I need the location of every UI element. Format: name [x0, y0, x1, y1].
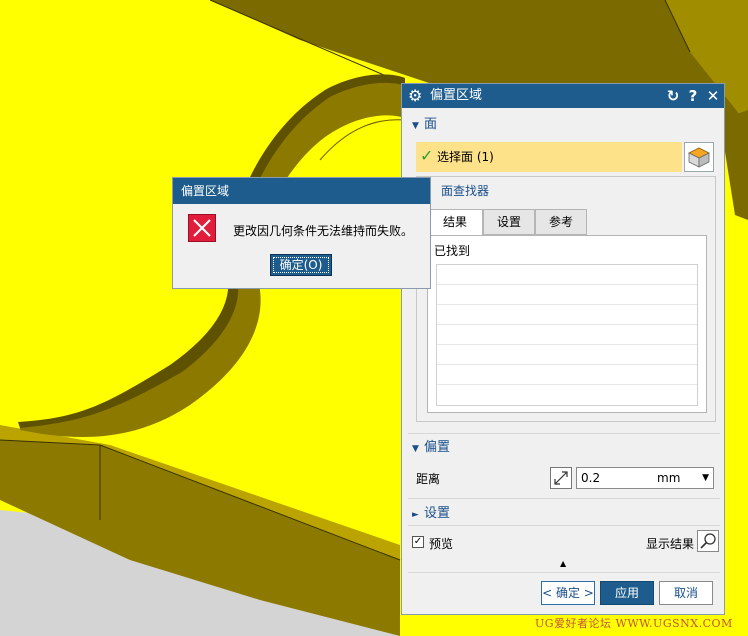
list-item[interactable]	[437, 385, 697, 405]
expand-triangle-icon: ►	[412, 510, 419, 520]
ok-button[interactable]: < 确定 >	[541, 581, 595, 605]
distance-label: 距离	[416, 472, 441, 486]
tab-reference[interactable]: 参考	[535, 209, 587, 235]
list-item[interactable]	[437, 285, 697, 305]
cube-face-icon	[688, 147, 710, 168]
results-frame: 已找到	[427, 235, 707, 413]
collapse-triangle-icon: ▼	[412, 121, 419, 131]
close-icon[interactable]: ✕	[704, 86, 722, 106]
collapse-up-icon[interactable]: ▲	[560, 559, 566, 568]
face-select-button[interactable]	[684, 142, 714, 172]
error-message: 更改因几何条件无法维持而失败。	[233, 224, 414, 238]
found-label: 已找到	[434, 244, 471, 258]
offset-dialog-title: 偏置区域	[430, 88, 483, 103]
watermark: UG爱好者论坛 WWW.UGSNX.COM	[535, 617, 733, 630]
settings-group-header[interactable]: ► 设置	[412, 505, 450, 523]
apply-button[interactable]: 应用	[600, 581, 654, 605]
preview-label: 预览	[429, 537, 454, 551]
settings-group-label: 设置	[424, 506, 451, 521]
dimension-arrow-icon	[554, 471, 568, 485]
distance-dimension-button[interactable]	[550, 467, 572, 489]
list-item[interactable]	[437, 345, 697, 365]
divider	[408, 525, 720, 526]
help-icon[interactable]: ?	[684, 86, 702, 106]
magnifier-icon	[700, 533, 716, 549]
found-list[interactable]	[436, 264, 698, 406]
cancel-button[interactable]: 取消	[659, 581, 713, 605]
tab-results[interactable]: 结果	[427, 209, 483, 237]
show-result-button[interactable]	[697, 530, 719, 552]
distance-unit: mm	[657, 471, 681, 485]
list-item[interactable]	[437, 265, 697, 285]
distance-value: 0.2	[581, 471, 601, 485]
error-x-icon	[193, 219, 211, 237]
error-dialog-title: 偏置区域	[181, 184, 230, 198]
error-message-dialog: 偏置区域 更改因几何条件无法维持而失败。 确定(O)	[172, 177, 431, 289]
offset-region-dialog: ⚙ 偏置区域 ↻ ? ✕ ▼ 面 ✓ 选择面 (1) 面查找器 结果 设置 参考 …	[401, 83, 725, 615]
face-group-label: 面	[424, 117, 438, 132]
offset-dialog-titlebar[interactable]: ⚙ 偏置区域 ↻ ? ✕	[402, 84, 724, 108]
face-finder-title[interactable]: 面查找器	[441, 182, 489, 199]
face-group-header[interactable]: ▼ 面	[412, 116, 437, 134]
offset-group-header[interactable]: ▼ 偏置	[412, 439, 450, 457]
error-dialog-titlebar[interactable]: 偏置区域	[173, 178, 430, 204]
select-face-row[interactable]: ✓ 选择面 (1)	[416, 142, 682, 172]
preview-checkbox[interactable]: ✓	[412, 536, 424, 548]
error-ok-button[interactable]: 确定(O)	[270, 254, 332, 276]
select-face-label: 选择面 (1)	[437, 150, 494, 164]
divider	[408, 433, 720, 434]
list-item[interactable]	[437, 325, 697, 345]
distance-input[interactable]: 0.2 mm ▼	[576, 467, 714, 489]
error-icon	[188, 214, 216, 242]
reset-icon[interactable]: ↻	[664, 86, 682, 106]
list-item[interactable]	[437, 305, 697, 325]
show-result-label: 显示结果	[646, 537, 695, 551]
face-finder-panel: 面查找器 结果 设置 参考 已找到	[416, 176, 716, 422]
checkmark-icon: ✓	[420, 146, 434, 165]
tab-settings[interactable]: 设置	[483, 209, 535, 235]
offset-group-label: 偏置	[424, 440, 451, 455]
chevron-down-icon[interactable]: ▼	[702, 473, 709, 483]
divider	[408, 572, 720, 573]
divider	[408, 498, 720, 499]
gear-icon: ⚙	[408, 86, 423, 105]
collapse-triangle-icon: ▼	[412, 444, 419, 454]
list-item[interactable]	[437, 365, 697, 385]
